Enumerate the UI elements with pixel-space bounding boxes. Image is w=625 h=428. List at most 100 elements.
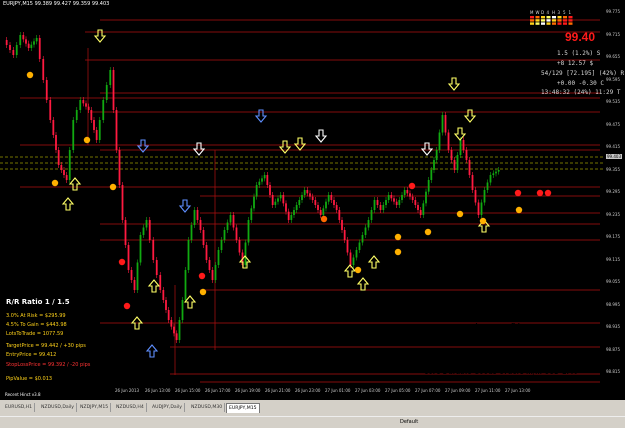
tab-nzdusd-m30[interactable]: NZDUSD,M30 — [189, 403, 226, 412]
candle-body — [9, 45, 11, 50]
candle-body — [15, 45, 18, 55]
candle-body — [322, 208, 325, 215]
candle-body — [244, 242, 247, 265]
candle-body — [187, 240, 190, 270]
candle-body — [295, 205, 298, 210]
time-tick-label: 26 Jun 21:00 — [265, 388, 291, 393]
candle-body — [435, 150, 438, 160]
candle-body — [382, 205, 385, 210]
rr-ratio-heading: R/R Ratio 1 / 1.5 — [6, 298, 70, 306]
candle-body — [477, 202, 480, 215]
tab-nzdusd-daily[interactable]: NZDUSD,Daily — [39, 403, 78, 412]
risk-amount: 3.0% At Risk = $295.99 — [6, 313, 66, 319]
candle-body — [271, 195, 274, 205]
tf-strength-cell — [552, 16, 556, 19]
tab-eurusd-h1[interactable]: EURUSD,H1 — [3, 403, 36, 412]
candle-body — [370, 210, 373, 220]
candle-body — [379, 205, 382, 210]
tf-strength-cell — [535, 22, 540, 25]
spread-readout: 1.5 (1.2%) S — [557, 50, 601, 57]
price-tick-label: 99.355 — [606, 166, 620, 172]
signal-dot-icon — [26, 71, 34, 79]
candle-body — [127, 245, 130, 270]
price-tick-label: 99.175 — [606, 234, 620, 239]
signal-dot-icon — [514, 189, 522, 197]
candle-body — [136, 262, 139, 290]
candle-body — [327, 195, 330, 202]
tf-strength-cell — [563, 16, 567, 19]
signal-dot-icon — [394, 233, 402, 241]
candle-body — [309, 193, 311, 197]
price-tick-label: 98.935 — [606, 324, 620, 329]
pip-value: PipValue = $0.013 — [6, 376, 53, 382]
candle-body — [63, 170, 65, 175]
tf-strength-cell — [568, 19, 573, 22]
candle-body — [121, 185, 124, 220]
signal-dot-icon — [515, 206, 523, 214]
tf-strength-cell — [541, 22, 545, 25]
price-tick-label: 99.535 — [606, 99, 620, 104]
candle-body — [358, 242, 361, 250]
candle-body — [450, 150, 453, 160]
tf-strength-cell — [563, 22, 567, 25]
candle-body — [338, 210, 341, 220]
tf-label: W — [536, 10, 540, 15]
candle-body — [235, 227, 238, 240]
candle-body — [162, 290, 165, 300]
candle-body — [311, 196, 314, 200]
tab-audjpy-daily[interactable]: AUDJPY,Daily — [150, 403, 185, 412]
candle-body — [497, 170, 500, 172]
candle-body — [489, 175, 492, 183]
time-tick-label: 27 Jun 09:00 — [445, 388, 471, 393]
candle-body — [277, 198, 279, 202]
tf-label: M — [530, 10, 534, 15]
price-tick-label: 98.875 — [606, 346, 620, 352]
candle-body — [409, 193, 411, 197]
candle-body — [90, 110, 93, 120]
candle-body — [263, 175, 266, 179]
tf-label: D — [541, 10, 544, 15]
candle-body — [30, 44, 33, 48]
down-arrow-icon — [178, 199, 192, 213]
candle-body — [232, 215, 235, 228]
candle-body — [145, 220, 148, 228]
time-tick-label: 27 Jun 03:00 — [355, 388, 381, 393]
signal-dot-icon — [536, 189, 544, 197]
signal-dot-icon — [83, 136, 91, 144]
tf-label: 4 — [547, 10, 550, 15]
candle-body — [199, 220, 202, 230]
candle-body — [398, 200, 401, 205]
target-price: TargetPrice = 99.442 / +30 pips — [6, 343, 86, 349]
candle-body — [258, 181, 261, 185]
candle-body — [361, 235, 364, 243]
candle-body — [453, 160, 456, 170]
tf-strength-cell — [530, 22, 534, 25]
candle-body — [220, 240, 223, 250]
candle-body — [298, 200, 301, 205]
balance-readout: +8 12.57 $ — [557, 60, 594, 67]
news-item: Retail Sales y/y JPY 13:00 — [484, 331, 578, 339]
candle-body — [55, 135, 57, 150]
candle-body — [261, 178, 263, 182]
tab-nzdjpy-m15[interactable]: NZDJPY,M15 — [78, 403, 112, 412]
candle-body — [430, 170, 433, 180]
time-tick-label: 27 Jun 01:00 — [325, 388, 351, 393]
chart-area[interactable]: EURJPY,M15 99.389 99.427 99.359 99.403 M… — [0, 0, 625, 400]
candle-body — [253, 196, 255, 209]
candle-body — [75, 110, 78, 120]
candle-body — [385, 200, 387, 205]
candle-body — [208, 260, 211, 270]
news-item: Pending Home Sales m/m USD 3:10 — [448, 350, 578, 358]
tf-strength-cell — [546, 22, 551, 25]
price-tick-label: 99.235 — [606, 211, 620, 217]
candle-body — [349, 252, 352, 265]
tab-eurjpy-m15[interactable]: EURJPY,M15 — [226, 403, 260, 413]
candle-body — [152, 240, 155, 260]
candle-body — [279, 195, 282, 199]
candle-body — [462, 140, 465, 150]
tab-nzdusd-h4[interactable]: NZDUSD,H4 — [114, 403, 147, 412]
candle-body — [317, 205, 319, 210]
tf-strength-cell — [546, 19, 551, 22]
chart-title: EURJPY,M15 99.389 99.427 99.359 99.403 — [3, 1, 110, 7]
signal-dot-icon — [109, 183, 117, 191]
